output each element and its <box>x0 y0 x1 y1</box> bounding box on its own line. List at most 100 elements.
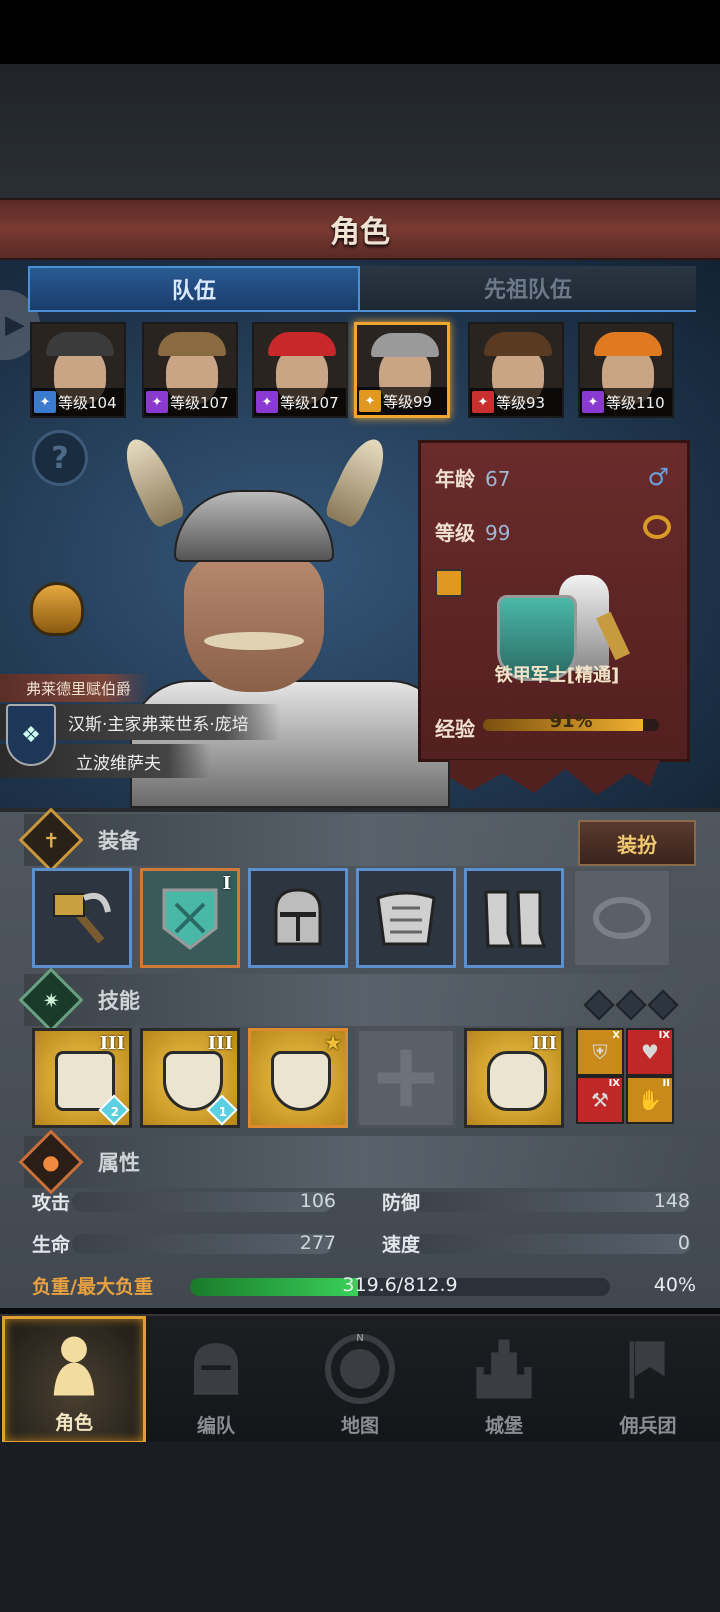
roster-portrait[interactable]: ✦ 等级107 <box>252 322 348 418</box>
teal-shield-icon <box>162 888 218 950</box>
roster-portrait[interactable]: ✦ 等级110 <box>578 322 674 418</box>
load-value: 319.6/812.9 <box>342 1274 458 1296</box>
nav-label: 角色 <box>54 1412 93 1434</box>
character-headgear <box>268 332 336 356</box>
roster-level: 等级110 <box>606 393 665 412</box>
nav-map[interactable]: N 地图 <box>288 1316 432 1444</box>
unit-class-name[interactable]: 铁甲军士[精通] <box>421 661 693 687</box>
rune-count: 1 <box>218 1105 227 1119</box>
level-bar: ✦ 等级93 <box>470 388 562 416</box>
equip-slot-weapon[interactable] <box>32 868 132 968</box>
skill-slot-gauntlet[interactable]: III <box>464 1028 564 1128</box>
roster-portrait[interactable]: ✦ 等级104 <box>30 322 126 418</box>
equip-slot-shield[interactable]: I <box>140 868 240 968</box>
load-label: 负重/最大负重 <box>32 1276 153 1298</box>
male-gender-icon: ♂ <box>647 463 669 491</box>
skill-slot-dumbbell-shield[interactable]: ★ <box>248 1028 348 1128</box>
ring-slot-icon <box>593 897 651 939</box>
attack-value: 106 <box>299 1190 336 1212</box>
equipment-title: 装备 <box>98 829 140 853</box>
passive-shield-icon[interactable]: ⛨ X <box>576 1028 624 1076</box>
skills-title: 技能 <box>98 989 140 1013</box>
skill-rank: III <box>99 1033 125 1054</box>
nav-label: 地图 <box>340 1415 379 1437</box>
passive-dumbbell-icon[interactable]: ⚒ IX <box>576 1076 624 1124</box>
dumbbell-shield-skill-icon <box>271 1051 331 1111</box>
age-row: 年龄 67 <box>435 463 510 492</box>
equip-slot-helmet[interactable] <box>248 868 348 968</box>
level-bar: ✦ 等级107 <box>144 388 236 416</box>
tab-team[interactable]: 队伍 <box>28 266 360 312</box>
banner-tail <box>450 760 660 796</box>
potion-icon[interactable] <box>30 582 84 636</box>
svg-text:N: N <box>356 1333 363 1344</box>
bottom-nav: 角色 编队 N 地图 城堡 佣兵团 <box>0 1314 720 1444</box>
hp-value: 277 <box>299 1232 336 1254</box>
great-helm-icon <box>274 888 322 946</box>
equip-slot-armor[interactable] <box>356 868 456 968</box>
war-hammer-icon <box>53 892 111 944</box>
load-percent: 40% <box>653 1274 696 1296</box>
passive-rank: IX <box>608 1078 620 1089</box>
nav-formation[interactable]: 编队 <box>144 1316 288 1444</box>
skill-slot-empty[interactable] <box>356 1028 456 1128</box>
castle-nav-icon <box>466 1331 542 1407</box>
right-horn <box>322 432 394 530</box>
exp-label: 经验 <box>435 717 475 741</box>
help-icon[interactable]: ? <box>32 430 88 486</box>
roster-portrait[interactable]: ✦ 等级107 <box>142 322 238 418</box>
roster-level: 等级99 <box>383 392 433 411</box>
nav-label: 编队 <box>196 1415 235 1437</box>
nav-mercenaries[interactable]: 佣兵团 <box>576 1316 720 1444</box>
top-backdrop <box>0 64 720 198</box>
skill-slot-shield-bash[interactable]: III 1 <box>140 1028 240 1128</box>
left-horn <box>116 432 188 530</box>
nav-label: 城堡 <box>484 1415 523 1437</box>
tab-ancestor-team[interactable]: 先祖队伍 <box>360 266 696 312</box>
passive-gauntlet-icon[interactable]: ✋ II <box>626 1076 674 1124</box>
character-headgear <box>371 333 439 357</box>
passive-heart-icon[interactable]: ♥ IX <box>626 1028 674 1076</box>
family-crest-icon[interactable]: ❖ <box>6 704 56 766</box>
info-banner: 年龄 67 ♂ 等级 99 铁甲军士[精通] 经验 91% <box>418 440 690 762</box>
passive-glyph: ⚒ <box>591 1088 609 1112</box>
passive-glyph: ✋ <box>637 1088 663 1112</box>
fist-class-icon: ✦ <box>472 391 494 413</box>
cross-icon: ✝ <box>18 807 84 873</box>
level-bar: ✦ 等级107 <box>254 388 346 416</box>
bottom-backdrop <box>0 1442 720 1612</box>
roster-level: 等级107 <box>280 393 339 412</box>
rune-count: 2 <box>110 1105 119 1119</box>
character-headgear <box>594 332 662 356</box>
roster-portrait[interactable]: ✦ 等级93 <box>468 322 564 418</box>
equip-rank: I <box>222 873 231 894</box>
nav-label: 佣兵团 <box>619 1415 677 1437</box>
staff-class-icon: ✦ <box>582 391 604 413</box>
level-label: 等级 <box>435 521 475 545</box>
attributes-title: 属性 <box>98 1151 140 1175</box>
shield-class-icon: ✦ <box>359 390 381 412</box>
passive-rank: IX <box>658 1030 670 1041</box>
plate-greaves-icon <box>484 890 547 948</box>
defense-value: 148 <box>653 1190 690 1212</box>
equip-slot-boots[interactable] <box>464 868 564 968</box>
attack-label: 攻击 <box>32 1192 71 1214</box>
roster-level: 等级93 <box>496 393 546 412</box>
passive-glyph: ⛨ <box>592 1040 608 1064</box>
nav-castle[interactable]: 城堡 <box>432 1316 576 1444</box>
level-bar: ✦ 等级99 <box>357 387 447 415</box>
gauntlet-skill-icon <box>487 1051 547 1111</box>
marriage-ring-icon[interactable] <box>643 515 671 539</box>
dress-up-button[interactable]: 装扮 <box>578 820 696 866</box>
skill-slot-wall[interactable]: III 2 <box>32 1028 132 1128</box>
passive-glyph: ♥ <box>641 1040 659 1064</box>
level-value: 99 <box>485 521 511 545</box>
nav-character[interactable]: 角色 <box>2 1316 146 1444</box>
banner-nav-icon <box>610 1331 686 1407</box>
roster-portrait[interactable]: ✦ 等级99 <box>354 322 450 418</box>
character-headgear <box>158 332 226 356</box>
defense-label: 防御 <box>382 1192 421 1214</box>
equip-slot-ring[interactable] <box>572 868 672 968</box>
page-title: 角色 <box>330 215 390 250</box>
character-headgear <box>484 332 552 356</box>
